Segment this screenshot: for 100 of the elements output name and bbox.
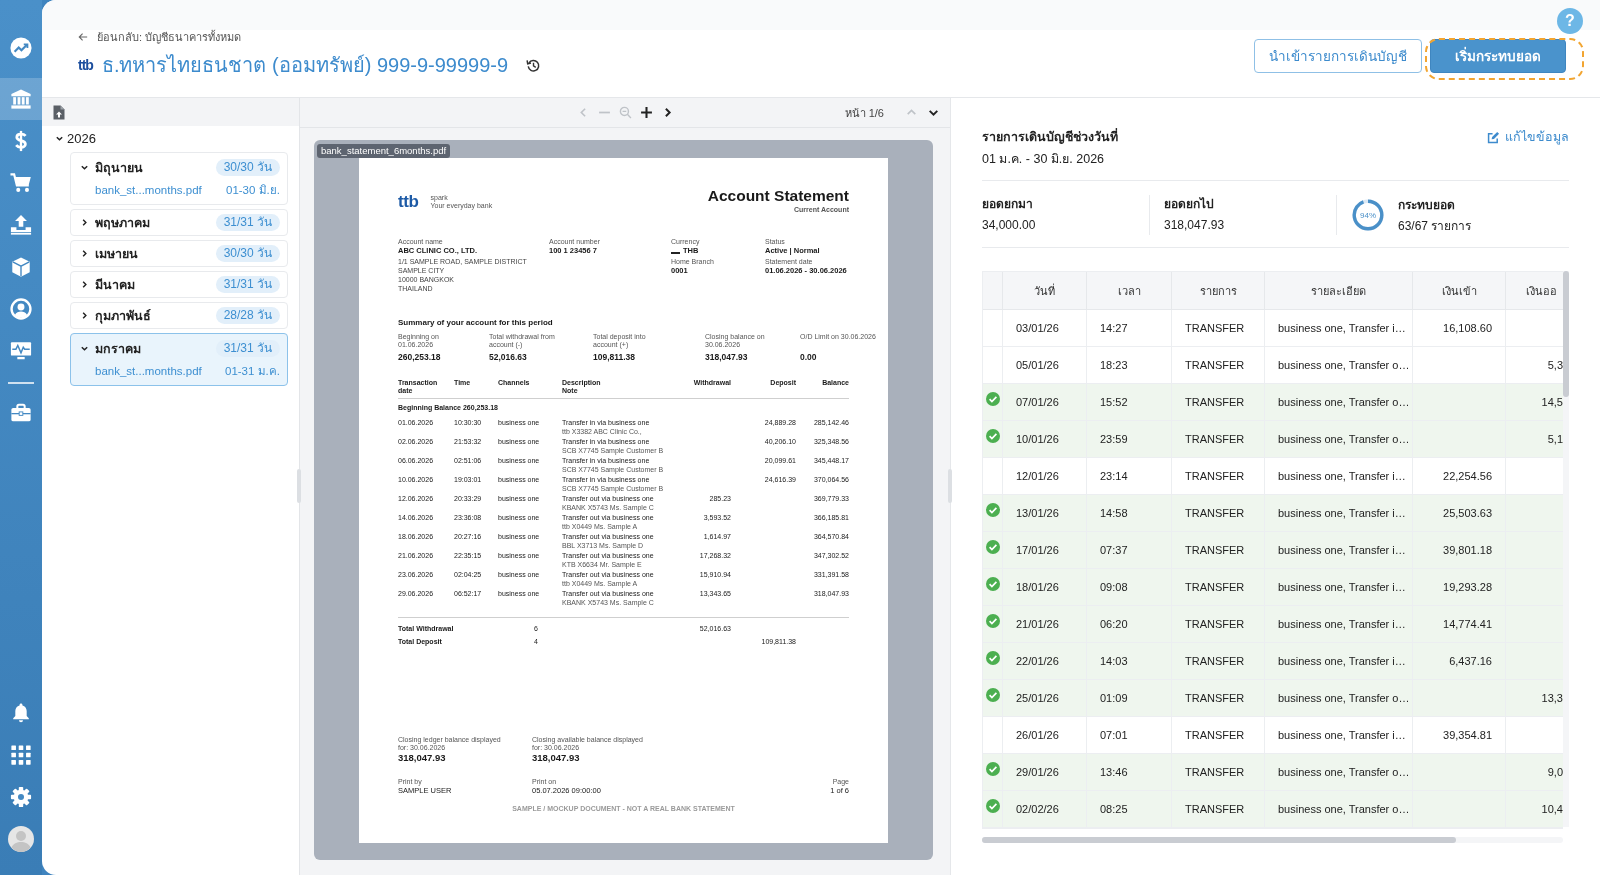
summary-value: 52,016.63 (489, 352, 527, 363)
upload-tray-icon (10, 214, 32, 236)
month-label: เมษายน (95, 245, 139, 263)
bank-logo: ttb (78, 57, 93, 73)
table-row[interactable]: 07/01/26 15:52 TRANSFER business one, Transfer o… 14,5 (983, 384, 1563, 421)
check-circle-icon (985, 688, 1000, 702)
table-row[interactable]: 03/01/26 14:27 TRANSFER business one, Transfer i… 16,108.60 (983, 310, 1563, 347)
date-range: 01-31 ม.ค. (225, 364, 280, 379)
period-value: 01 ม.ค. - 30 มิ.ย. 2026 (982, 151, 1105, 168)
bank-logo: ttb (398, 193, 419, 211)
edit-link[interactable]: แก้ไขข้อมูล (1487, 128, 1569, 146)
summary-value: 0.00 (800, 352, 817, 363)
table-row[interactable]: 21/01/26 06:20 TRANSFER business one, Transfer i… 14,774.41 (983, 606, 1563, 643)
plus-icon (639, 106, 653, 119)
chevron-right-icon[interactable] (80, 249, 89, 258)
file-name[interactable]: bank_st...months.pdf (95, 183, 202, 198)
import-statement-button[interactable]: นำเข้ารายการเดินบัญชี (1254, 39, 1422, 73)
table-row[interactable]: 29/01/26 13:46 TRANSFER business one, Transfer o… 9,0 (983, 754, 1563, 791)
file-name-tag: bank_statement_6months.pdf (317, 144, 451, 158)
stat-label: ยอดยกมา (982, 196, 1033, 213)
grid-icon (10, 744, 32, 766)
history-icon (526, 57, 542, 73)
table-row[interactable]: 17/01/26 07:37 TRANSFER business one, Transfer i… 39,801.18 (983, 532, 1563, 569)
check-circle-icon (985, 651, 1000, 665)
month-card[interactable]: มิถุนายน 30/30 วัน bank_st...months.pdf 01-30 มิ.ย. (70, 152, 288, 205)
chevron-down-icon[interactable] (80, 344, 89, 353)
page-indicator: หน้า 1/6 (844, 105, 884, 121)
stat-value: 63/67 รายการ (1398, 217, 1472, 235)
table-cell: business one, Transfer o… (1265, 791, 1413, 828)
stat-label: กระทบยอด (1398, 196, 1455, 214)
year-label: 2026 (67, 130, 96, 146)
table-cell: TRANSFER (1172, 791, 1265, 828)
table-row[interactable]: 22/01/26 14:03 TRANSFER business one, Transfer i… 6,437.16 (983, 643, 1563, 680)
day-count-badge: 31/31 วัน (215, 340, 280, 357)
stat-value: 318,047.93 (1164, 217, 1225, 234)
month-card[interactable]: มกราคม 31/31 วัน bank_st...months.pdf 01-31 ม.ค. (70, 333, 288, 386)
month-label: มีนาคม (95, 276, 136, 294)
back-link[interactable]: ย้อนกลับ: บัญชีธนาคารทั้งหมด (78, 30, 242, 44)
month-label: กุมภาพันธ์ (95, 307, 152, 325)
month-label: พฤษภาคม (95, 214, 151, 232)
upload-file-button[interactable] (53, 104, 65, 120)
chevron-down-icon[interactable] (80, 163, 89, 172)
balance-value: 318,047.93 (532, 752, 580, 764)
day-count-badge: 31/31 วัน (215, 214, 280, 231)
month-card[interactable]: พฤษภาคม 31/31 วัน (70, 209, 288, 236)
avatar-icon (8, 826, 34, 852)
check-circle-icon (985, 799, 1000, 813)
section-title: Summary of your account for this period (398, 318, 553, 328)
month-card[interactable]: กุมภาพันธ์ 28/28 วัน (70, 302, 288, 329)
table-row[interactable]: 12/01/26 23:14 TRANSFER business one, Transfer i… 22,254.56 (983, 458, 1563, 495)
check-circle-icon (985, 762, 1000, 776)
document-title: Account Statement (707, 187, 849, 205)
zoom-in-button[interactable] (639, 106, 653, 119)
period-label: รายการเดินบัญชีช่วงวันที่ (982, 128, 1118, 146)
table-row[interactable]: 26/01/26 07:01 TRANSFER business one, Transfer i… 39,354.81 (983, 717, 1563, 754)
table-row[interactable]: 18/01/26 09:08 TRANSFER business one, Transfer i… 19,293.28 (983, 569, 1563, 606)
account-title: ธ.ทหารไทยธนชาต (ออมทรัพย์) 999-9-99999-9 (101, 53, 509, 78)
chevron-right-icon[interactable] (80, 311, 89, 320)
day-count-badge: 30/30 วัน (215, 159, 280, 176)
file-upload-icon (53, 104, 65, 120)
user-circle-icon (10, 298, 32, 320)
month-card[interactable]: มีนาคม 31/31 วัน (70, 271, 288, 298)
day-count-badge: 30/30 วัน (215, 245, 280, 262)
stat-label: ยอดยกไป (1164, 196, 1214, 213)
check-circle-icon (985, 540, 1000, 554)
summary-value: 260,253.18 (398, 352, 441, 363)
scrollbar-track[interactable] (982, 837, 1563, 843)
table-row[interactable]: 25/01/26 01:09 TRANSFER business one, Transfer o… 13,3 (983, 680, 1563, 717)
percent-label: 94% (1360, 210, 1376, 220)
scrollbar-thumb[interactable] (982, 837, 1456, 843)
table-cell: 08:25 (1087, 791, 1172, 828)
magnifier-icon (618, 106, 632, 119)
briefcase-icon (10, 402, 32, 424)
nav-item[interactable] (0, 78, 42, 120)
scrollbar-thumb[interactable] (1563, 271, 1569, 397)
day-count-badge: 28/28 วัน (215, 307, 280, 324)
table-row[interactable]: 05/01/26 18:23 TRANSFER business one, Transfer o… 5,3 (983, 347, 1563, 384)
history-button[interactable] (526, 57, 542, 73)
chevron-right-icon[interactable] (80, 280, 89, 289)
date-range: 01-30 มิ.ย. (226, 183, 280, 198)
edit-icon (1487, 130, 1500, 144)
bank-icon (10, 88, 32, 110)
balance-value: 318,047.93 (398, 752, 446, 764)
day-count-badge: 31/31 วัน (215, 276, 280, 293)
scrollbar-track[interactable] (1563, 271, 1569, 827)
month-label: มิถุนายน (95, 159, 144, 177)
dash-icon (671, 251, 680, 254)
arrow-left-icon (78, 32, 88, 42)
month-card[interactable]: เมษายน 30/30 วัน (70, 240, 288, 267)
bell-icon (10, 702, 32, 724)
cube-icon (10, 256, 32, 278)
check-circle-icon (985, 614, 1000, 628)
check-circle-icon (985, 429, 1000, 443)
table-row[interactable]: 13/01/26 14:58 TRANSFER business one, Transfer i… 25,503.63 (983, 495, 1563, 532)
progress-ring (1351, 198, 1385, 232)
month-label: มกราคม (95, 340, 142, 358)
table-row[interactable]: 02/02/26 08:25 TRANSFER business one, Transfer o… 10,4 (983, 791, 1563, 828)
chevron-right-icon[interactable] (80, 218, 89, 227)
table-row[interactable]: 10/01/26 23:59 TRANSFER business one, Transfer o… 5,1 (983, 421, 1563, 458)
table-cell: 02/02/26 (1003, 791, 1087, 828)
